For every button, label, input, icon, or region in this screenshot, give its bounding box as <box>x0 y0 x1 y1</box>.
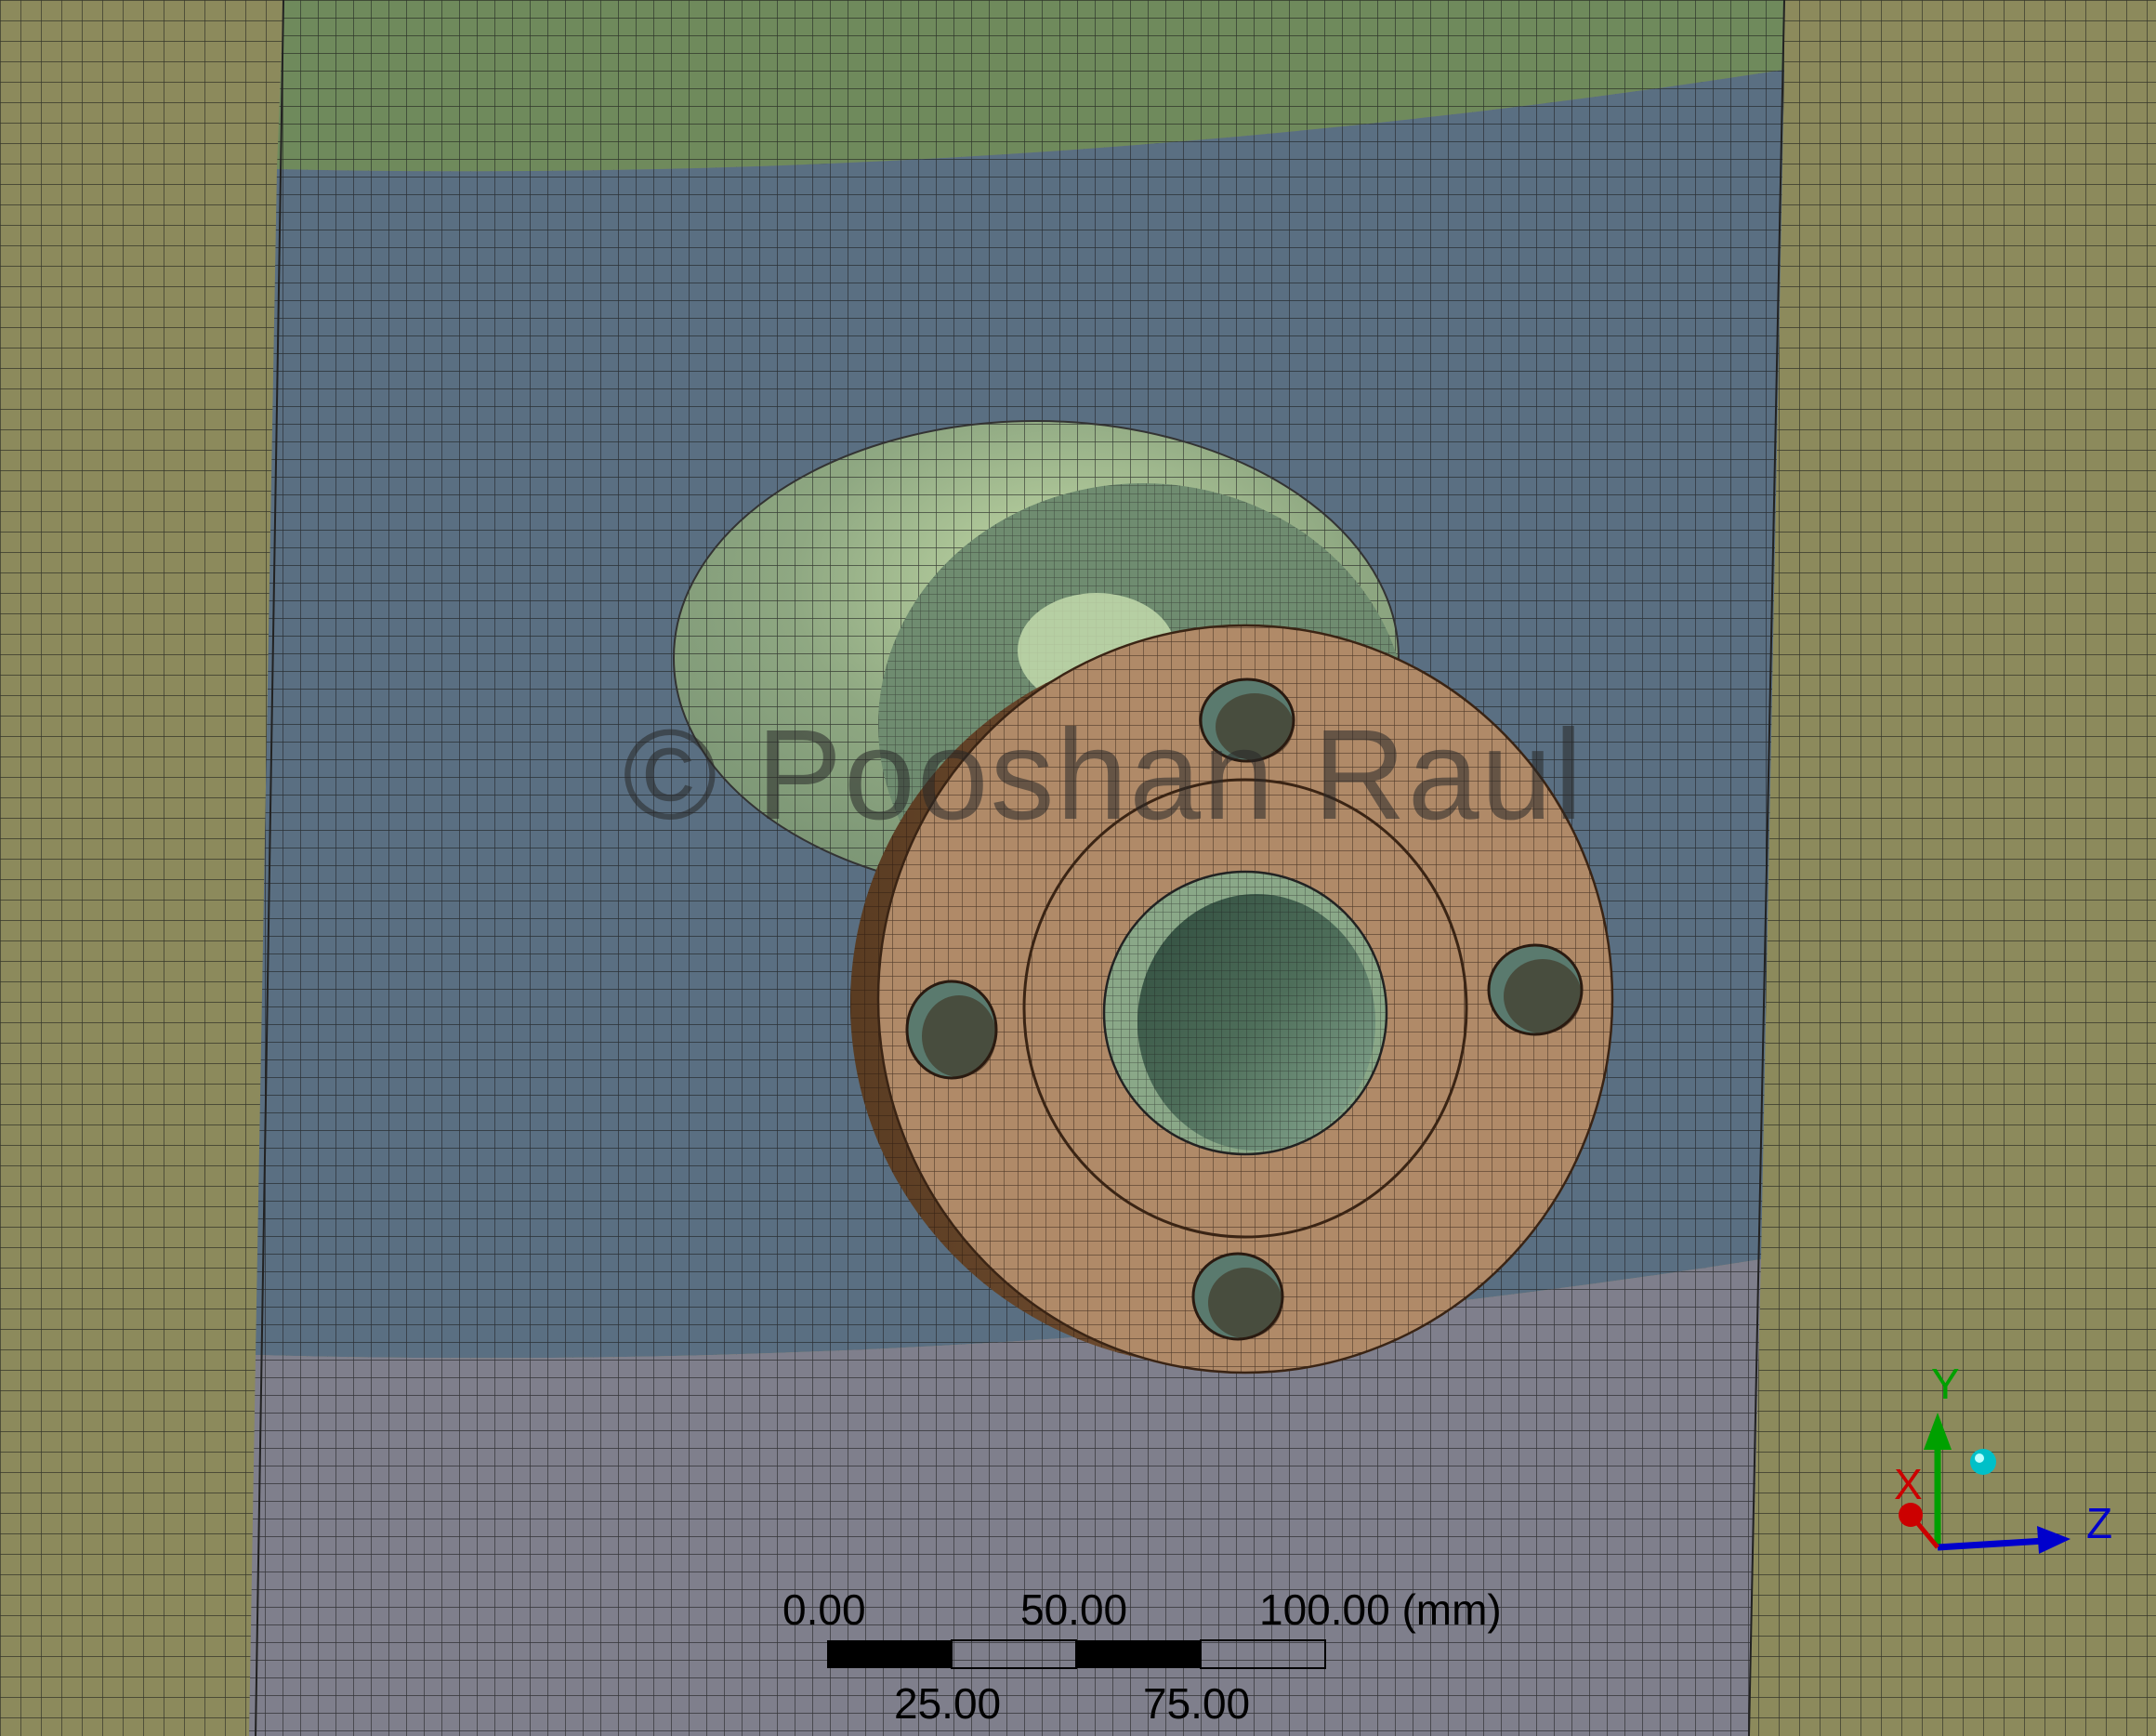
bolt-hole-right <box>1487 943 1584 1036</box>
bolt-hole-top <box>1199 677 1295 763</box>
bolt-hole-left <box>905 980 998 1080</box>
scale-label-0: 0.00 <box>782 1585 866 1634</box>
scale-label-25: 25.00 <box>894 1679 1002 1728</box>
triad-x-label: X <box>1894 1460 1923 1508</box>
scale-label-75: 75.00 <box>1143 1679 1251 1728</box>
bolt-hole-bottom <box>1191 1252 1284 1341</box>
triad-z-label: Z <box>2086 1499 2113 1547</box>
nozzle-bore <box>1102 870 1388 1156</box>
graphics-viewport[interactable]: © Pooshan Raul 0.00 50.00 100.00 (mm) 25… <box>0 0 2156 1736</box>
triad-y-label: Y <box>1931 1360 1960 1408</box>
scale-label-50: 50.00 <box>1020 1585 1128 1634</box>
scale-label-100: 100.00 (mm) <box>1259 1585 1502 1634</box>
mesh-model[interactable] <box>0 0 2156 1736</box>
